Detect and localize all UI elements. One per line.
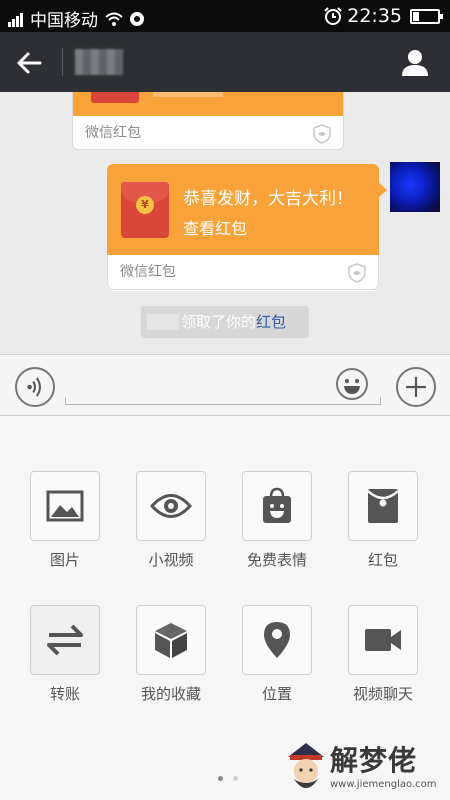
chat-header: [0, 32, 450, 92]
tool-label: 图片: [49, 551, 80, 569]
tool-location[interactable]: 位置: [242, 605, 314, 704]
profile-button[interactable]: [400, 48, 430, 78]
red-packet-bubble-partial[interactable]: 微信红包: [72, 92, 344, 150]
red-packet-footer: 微信红包: [73, 116, 343, 149]
system-message-text: 领取了你的: [181, 313, 257, 331]
tool-free-stickers[interactable]: 免费表情: [242, 471, 314, 570]
header-divider: [62, 48, 63, 76]
image-icon: [46, 490, 84, 522]
page-dot-active[interactable]: [218, 776, 223, 781]
tool-box: [30, 605, 100, 675]
tool-label: 小视频: [148, 551, 194, 569]
red-packet-body: ¥ 恭喜发财，大吉大利！ 查看红包: [107, 164, 387, 255]
red-packet-greeting: 恭喜发财，大吉大利！: [183, 189, 353, 209]
tool-box: [348, 471, 418, 541]
red-packet-link[interactable]: 红包: [256, 313, 286, 331]
cube-icon: [155, 623, 187, 658]
message-input[interactable]: [65, 369, 380, 405]
tool-label: 免费表情: [246, 551, 307, 569]
video-camera-icon: [365, 629, 401, 651]
tool-image[interactable]: 图片: [30, 471, 102, 570]
footer-label: 微信红包: [120, 264, 176, 280]
open-red-packet-link[interactable]: 查看红包: [183, 215, 247, 239]
emoji-button[interactable]: [335, 367, 369, 401]
shield-icon: [313, 124, 331, 144]
tool-box: [136, 471, 206, 541]
bubble-tail: [378, 182, 387, 198]
location-pin-icon: [264, 622, 290, 658]
more-functions-button[interactable]: [396, 367, 436, 407]
input-edge-left: [65, 397, 66, 405]
status-bar: 中国移动 22:35: [0, 0, 450, 32]
tool-favorites[interactable]: 我的收藏: [136, 605, 208, 704]
page-indicator[interactable]: [218, 776, 248, 781]
page-dot[interactable]: [233, 776, 238, 781]
watermark-logo-icon: [288, 743, 324, 788]
watermark: 解梦佬 www.jiemenglao.com: [282, 737, 442, 797]
envelope-icon: [91, 92, 139, 103]
alarm-icon: [324, 7, 342, 25]
status-left: 中国移动: [8, 6, 148, 31]
transfer-icon: [47, 624, 83, 656]
system-message: 领取了你的红包: [141, 306, 309, 338]
coin-icon: ¥: [136, 196, 154, 214]
signal-icon: [8, 11, 24, 27]
tool-transfer[interactable]: 转账: [30, 605, 102, 704]
tool-label: 我的收藏: [140, 685, 201, 703]
footer-label: 微信红包: [85, 125, 141, 141]
tool-red-packet[interactable]: 红包: [348, 471, 420, 570]
tool-box: [136, 605, 206, 675]
tool-label: 转账: [49, 685, 80, 703]
cropped-text: [153, 92, 223, 97]
red-packet-body: [73, 92, 343, 116]
status-right: 22:35: [323, 5, 443, 27]
chat-area: 微信红包 ¥ 恭喜发财，大吉大利！ 查看红包 微信红包 领取了你的红包: [0, 92, 450, 354]
chat-title-blurred: [75, 49, 123, 75]
back-button[interactable]: [14, 48, 44, 78]
red-packet-footer: 微信红包: [107, 255, 379, 290]
tool-short-video[interactable]: 小视频: [136, 471, 208, 570]
input-edge-right: [380, 397, 381, 405]
red-packet-icon: [367, 489, 399, 523]
red-packet-bubble[interactable]: ¥ 恭喜发财，大吉大利！ 查看红包 微信红包: [107, 164, 387, 291]
shield-icon: [348, 263, 366, 283]
tool-box: [30, 471, 100, 541]
voice-input-button[interactable]: [15, 367, 55, 407]
tool-box: [242, 471, 312, 541]
wifi-icon: [105, 12, 123, 26]
notification-icon: [130, 11, 144, 26]
watermark-url: www.jiemenglao.com: [330, 779, 437, 790]
blurred-name: [147, 314, 179, 330]
watermark-text: 解梦佬: [330, 744, 418, 777]
carrier-label: 中国移动: [30, 11, 98, 31]
tool-label: 红包: [367, 551, 398, 569]
red-envelope-icon: ¥: [121, 182, 169, 238]
avatar[interactable]: [390, 162, 440, 212]
eye-icon: [150, 494, 192, 518]
sticker-bag-icon: [263, 487, 291, 523]
input-bar: [0, 354, 450, 416]
battery-level: [413, 11, 419, 21]
clock: 22:35: [347, 5, 402, 27]
battery-icon: [410, 8, 443, 24]
tool-video-chat[interactable]: 视频聊天: [348, 605, 420, 704]
tool-label: 位置: [261, 685, 292, 703]
tool-label: 视频聊天: [352, 685, 413, 703]
tool-box: [242, 605, 312, 675]
tool-box: [348, 605, 418, 675]
